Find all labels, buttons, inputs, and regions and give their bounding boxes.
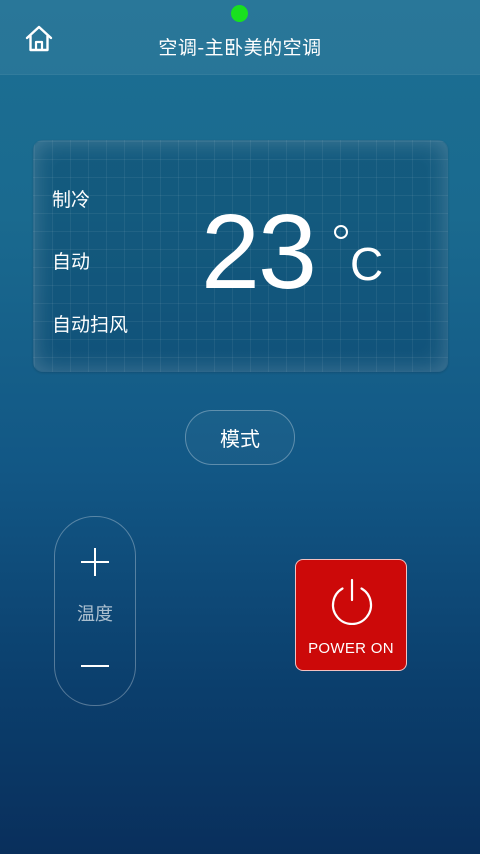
temperature-value: 23 (201, 193, 317, 311)
temperature-control: 温度 (54, 516, 136, 706)
mode-button[interactable]: 模式 (185, 410, 295, 465)
power-button[interactable]: POWER ON (295, 559, 407, 671)
temperature-unit: C (350, 238, 384, 290)
temperature-up-button[interactable] (81, 548, 109, 576)
fan-speed-status-text: 自动 (52, 251, 91, 273)
temperature-label: 温度 (77, 604, 113, 625)
mode-status-text: 制冷 (52, 189, 91, 211)
status-display-panel: 制冷 自动 自动扫风 23 C (33, 140, 448, 372)
temperature-down-button[interactable] (81, 652, 109, 680)
page-title: 空调-主卧美的空调 (158, 37, 322, 59)
swing-status-text: 自动扫风 (52, 314, 129, 336)
mode-button-label: 模式 (220, 427, 260, 451)
degree-symbol (334, 225, 348, 239)
top-bar: 空调-主卧美的空调 (0, 0, 480, 75)
power-button-label: POWER ON (308, 640, 394, 657)
connection-status-dot (231, 5, 248, 22)
power-icon (331, 578, 373, 626)
